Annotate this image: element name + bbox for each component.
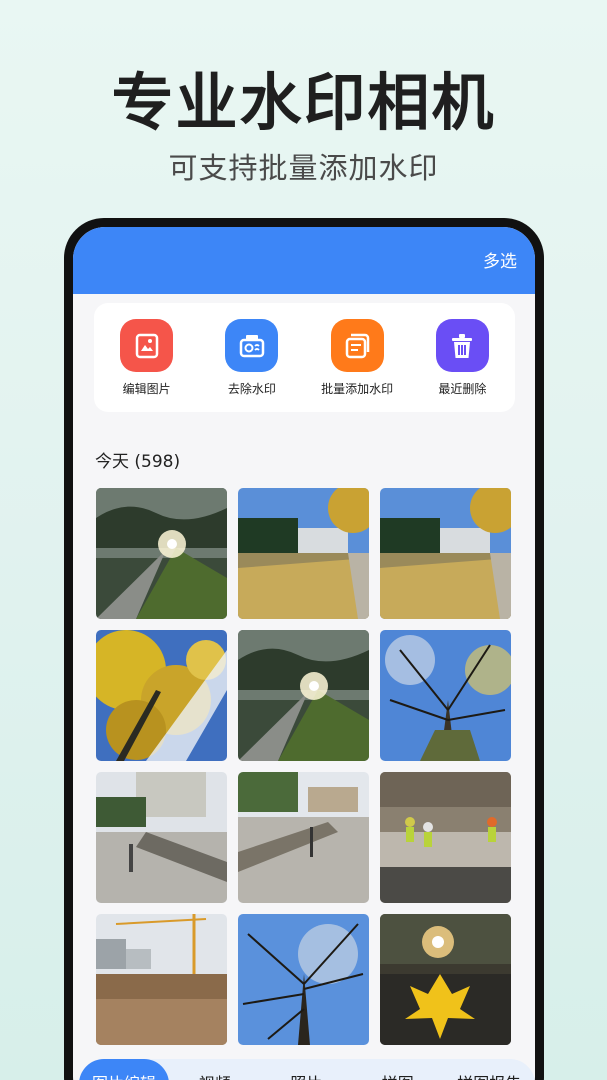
tool-batch-watermark[interactable]: 批量添加水印 <box>307 319 407 397</box>
multi-select-button[interactable]: 多选 <box>483 247 517 272</box>
photo-thumbnail[interactable] <box>96 914 227 1045</box>
bottom-tab-bar: 图片编辑 视频 照片 拼图 拼图报告 <box>79 1059 535 1080</box>
promo-subtitle: 可支持批量添加水印 <box>168 151 439 185</box>
tools-panel: 编辑图片 去除水印 批量添加水印 最近删除 <box>94 303 515 412</box>
tab-image-edit[interactable]: 图片编辑 <box>79 1059 169 1080</box>
photo-thumbnail[interactable] <box>380 914 511 1045</box>
batch-watermark-icon <box>330 319 384 372</box>
photo-thumbnail[interactable] <box>96 488 227 619</box>
photo-grid <box>96 488 512 1045</box>
app-screen: 多选 编辑图片 去除水印 批量添加水印 最近删除 今天 (598) <box>73 227 535 1080</box>
photo-thumbnail[interactable] <box>238 488 369 619</box>
gallery-section-title: 今天 (598) <box>95 452 181 472</box>
phone-frame: 多选 编辑图片 去除水印 批量添加水印 最近删除 今天 (598) <box>64 218 544 1080</box>
tool-remove-watermark[interactable]: 去除水印 <box>202 319 302 397</box>
photo-thumbnail[interactable] <box>380 772 511 903</box>
tool-label: 最近删除 <box>438 382 487 396</box>
tool-recently-deleted[interactable]: 最近删除 <box>412 319 512 397</box>
tab-collage-report[interactable]: 拼图报告 <box>444 1059 536 1080</box>
photo-thumbnail[interactable] <box>238 772 369 903</box>
photo-thumbnail[interactable] <box>238 914 369 1045</box>
app-bar: 多选 <box>73 227 535 294</box>
photo-thumbnail[interactable] <box>96 630 227 761</box>
photo-thumbnail[interactable] <box>380 488 511 619</box>
photo-thumbnail[interactable] <box>380 630 511 761</box>
tool-label: 去除水印 <box>227 382 276 396</box>
trash-icon <box>435 319 489 372</box>
tab-video[interactable]: 视频 <box>169 1059 261 1080</box>
tool-label: 批量添加水印 <box>321 382 394 396</box>
tab-collage[interactable]: 拼图 <box>352 1059 444 1080</box>
remove-watermark-icon <box>225 319 279 372</box>
image-edit-icon <box>120 319 174 372</box>
tool-label: 编辑图片 <box>122 382 171 396</box>
photo-thumbnail[interactable] <box>238 630 369 761</box>
tool-edit-image[interactable]: 编辑图片 <box>97 319 197 397</box>
photo-thumbnail[interactable] <box>96 772 227 903</box>
promo-title: 专业水印相机 <box>111 66 496 139</box>
tab-photos[interactable]: 照片 <box>261 1059 353 1080</box>
